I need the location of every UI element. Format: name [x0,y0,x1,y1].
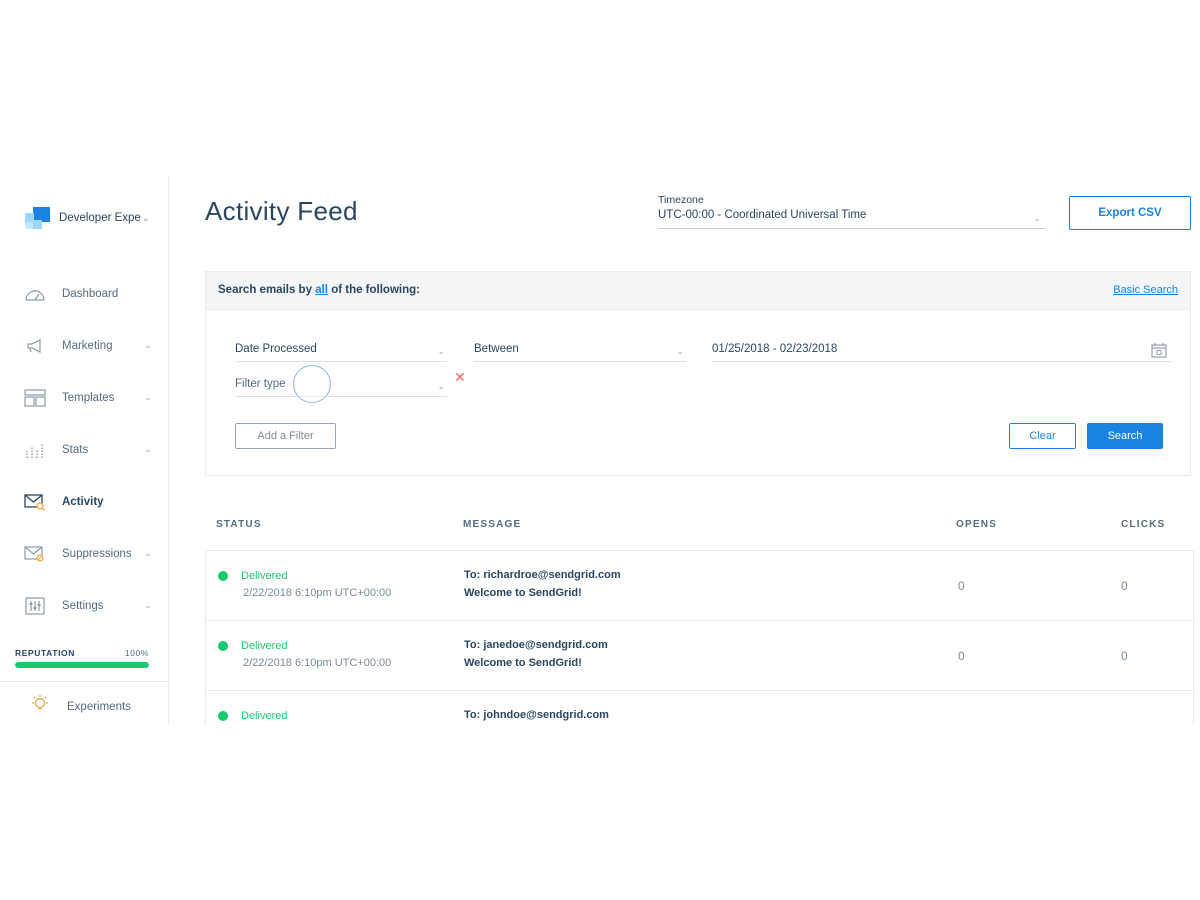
table-row[interactable]: Delivered To: johndoe@sendgrid.com [206,691,1193,724]
opens-count: 0 [958,649,965,663]
sidebar-item-label: Activity [62,496,104,508]
sendgrid-logo-icon [24,207,50,229]
timezone-select[interactable]: UTC-00:00 - Coordinated Universal Time ⌄ [658,209,1045,229]
recipient: To: richardroe@sendgrid.com [464,569,621,581]
search-heading: Search emails by all of the following: [218,284,420,296]
filter-type-select[interactable]: Filter type ⌄ [235,378,447,397]
gauge-icon [24,285,46,303]
chevron-down-icon: ⌄ [142,212,150,223]
date-range-input[interactable]: 01/25/2018 - 02/23/2018 [712,343,1173,362]
subject: Welcome to SendGrid! [464,657,582,669]
timezone-selector: Timezone UTC-00:00 - Coordinated Univers… [658,194,1045,229]
timestamp: 2/22/2018 6:10pm UTC+00:00 [243,587,392,599]
clicks-count: 0 [1121,579,1128,593]
reputation-label: REPUTATION [15,648,75,658]
export-csv-button[interactable]: Export CSV [1069,196,1191,230]
subject: Welcome to SendGrid! [464,587,582,599]
sidebar-item-label: Dashboard [62,288,119,300]
reputation-bar-fill [15,662,149,668]
bar-chart-icon [24,441,46,459]
sliders-icon [24,597,46,615]
lightbulb-icon [30,694,50,719]
sidebar-divider [0,681,168,682]
search-panel: Search emails by all of the following: B… [205,271,1191,476]
chevron-down-icon: ⌄ [144,548,152,558]
chevron-down-icon: ⌄ [676,346,684,356]
sidebar-item-label: Experiments [67,700,131,713]
page-title: Activity Feed [205,196,358,226]
delivered-status-dot-icon [218,571,228,581]
reputation-bar [15,662,149,668]
table-row[interactable]: Delivered 2/22/2018 6:10pm UTC+00:00 To:… [206,621,1193,691]
chevron-down-icon: ⌄ [437,381,445,391]
calendar-icon[interactable] [1151,342,1167,361]
main-content: Activity Feed Timezone UTC-00:00 - Coord… [169,176,1200,724]
match-mode-link[interactable]: all [315,284,328,296]
sidebar-item-label: Stats [62,444,89,456]
chevron-down-icon: ⌄ [144,444,152,454]
table-row[interactable]: Delivered 2/22/2018 6:10pm UTC+00:00 To:… [206,551,1193,621]
column-header-message: MESSAGE [463,519,522,530]
status-text: Delivered [241,640,288,652]
search-heading-suffix: of the following: [331,284,420,296]
sidebar-nav: Dashboard Marketing ⌄ Templates ⌄ Stats … [0,268,168,632]
chevron-down-icon: ⌄ [144,600,152,610]
filter-operator-value: Between [474,343,519,355]
search-heading-prefix: Search emails by [218,284,312,296]
status-text: Delivered [241,710,288,722]
add-filter-button[interactable]: Add a Filter [235,423,336,449]
app-window: Developer Expe ⌄ Dashboard Marketing ⌄ T… [0,176,1200,724]
delivered-status-dot-icon [218,641,228,651]
filter-operator-select[interactable]: Between ⌄ [474,343,686,362]
column-header-status: STATUS [216,519,262,530]
remove-filter-icon[interactable]: ✕ [454,370,466,384]
account-switcher[interactable]: Developer Expe ⌄ [24,207,150,229]
column-header-clicks: CLICKS [1121,519,1166,530]
template-icon [24,389,46,407]
basic-search-link[interactable]: Basic Search [1113,284,1178,296]
account-name: Developer Expe [59,212,141,224]
filter-field-select[interactable]: Date Processed ⌄ [235,343,447,362]
filter-field-value: Date Processed [235,343,317,355]
chevron-down-icon: ⌄ [144,340,152,350]
search-panel-header: Search emails by all of the following: B… [206,272,1190,310]
reputation-value: 100% [124,648,149,658]
timezone-value: UTC-00:00 - Coordinated Universal Time [658,209,867,221]
clicks-count: 0 [1121,649,1128,663]
sidebar-item-activity[interactable]: Activity [0,476,168,528]
envelope-blocked-icon [24,545,46,563]
sidebar-item-marketing[interactable]: Marketing ⌄ [0,320,168,372]
sidebar-item-label: Templates [62,392,115,404]
activity-table: Delivered 2/22/2018 6:10pm UTC+00:00 To:… [205,550,1194,724]
sidebar-item-templates[interactable]: Templates ⌄ [0,372,168,424]
recipient: To: johndoe@sendgrid.com [464,709,609,721]
sidebar-item-settings[interactable]: Settings ⌄ [0,580,168,632]
reputation-meter: REPUTATION 100% [15,648,149,668]
filter-type-placeholder: Filter type [235,378,286,390]
sidebar-item-suppressions[interactable]: Suppressions ⌄ [0,528,168,580]
sidebar-item-label: Settings [62,600,104,612]
chevron-down-icon: ⌄ [1033,213,1041,223]
timestamp: 2/22/2018 6:10pm UTC+00:00 [243,657,392,669]
chevron-down-icon: ⌄ [437,346,445,356]
column-header-opens: OPENS [956,519,998,530]
megaphone-icon [24,337,46,355]
sidebar-item-stats[interactable]: Stats ⌄ [0,424,168,476]
chevron-down-icon: ⌄ [144,392,152,402]
opens-count: 0 [958,579,965,593]
sidebar-item-dashboard[interactable]: Dashboard [0,268,168,320]
timezone-label: Timezone [658,194,704,206]
sidebar-item-experiments[interactable]: Experiments [30,694,131,719]
status-text: Delivered [241,570,288,582]
date-range-value: 01/25/2018 - 02/23/2018 [712,343,838,355]
recipient: To: janedoe@sendgrid.com [464,639,608,651]
clear-button[interactable]: Clear [1009,423,1076,449]
sidebar-item-label: Suppressions [62,548,132,560]
sidebar: Developer Expe ⌄ Dashboard Marketing ⌄ T… [0,176,169,724]
delivered-status-dot-icon [218,711,228,721]
search-button[interactable]: Search [1087,423,1163,449]
sidebar-item-label: Marketing [62,340,113,352]
envelope-search-icon [24,493,46,511]
